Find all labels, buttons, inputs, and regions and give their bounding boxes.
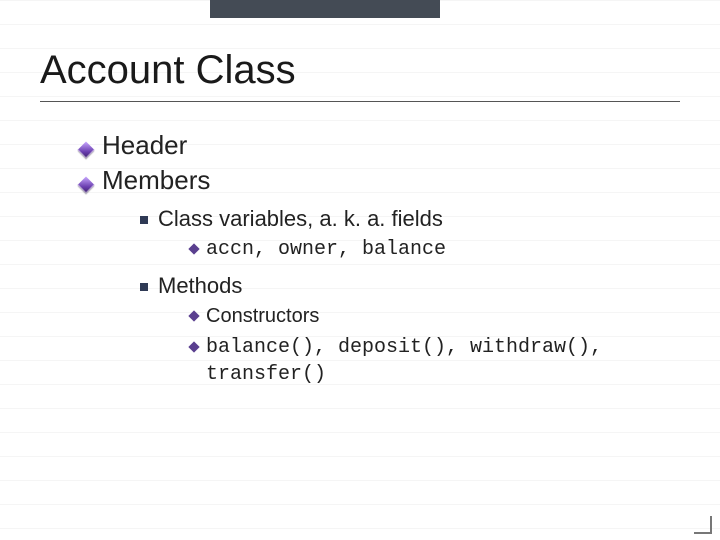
bullet-text: Members xyxy=(102,165,210,196)
tiny-diamond-icon xyxy=(188,310,199,321)
bullet-text: Class variables, a. k. a. fields xyxy=(158,206,443,232)
tiny-diamond-icon xyxy=(188,243,199,254)
bullet-class-vars-detail: accn, owner, balance xyxy=(190,236,680,263)
diamond-icon xyxy=(78,176,95,193)
bullet-method-list: balance(), deposit(), withdraw(), transf… xyxy=(190,334,680,388)
bullet-text: Header xyxy=(102,130,187,161)
bullet-text: Constructors xyxy=(206,303,319,330)
square-icon xyxy=(140,283,148,291)
bullet-constructors: Constructors xyxy=(190,303,680,330)
diamond-icon xyxy=(78,141,95,158)
bullet-text: balance(), deposit(), withdraw(), transf… xyxy=(206,334,680,388)
slide-title: Account Class xyxy=(40,48,680,93)
bullet-class-variables: Class variables, a. k. a. fields xyxy=(140,206,680,232)
square-icon xyxy=(140,216,148,224)
bullet-methods: Methods xyxy=(140,273,680,299)
title-underline xyxy=(40,101,680,102)
bullet-text: accn, owner, balance xyxy=(206,236,446,263)
bullet-text: Methods xyxy=(158,273,242,299)
slide-body: Account Class Header Members Class varia… xyxy=(0,0,720,540)
bullet-header: Header xyxy=(80,130,680,161)
corner-mark-icon xyxy=(694,516,712,534)
bullet-members: Members xyxy=(80,165,680,196)
tiny-diamond-icon xyxy=(188,341,199,352)
